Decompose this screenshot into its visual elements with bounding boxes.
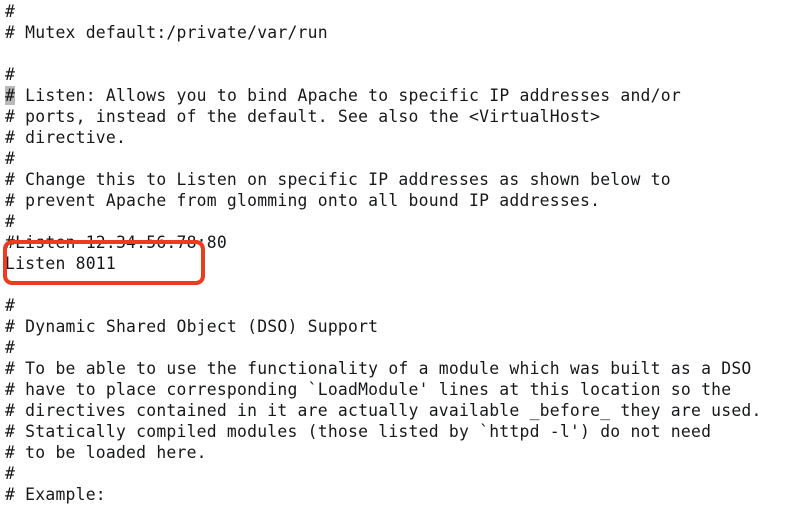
code-line[interactable]: # directive.	[0, 127, 800, 148]
code-line[interactable]: #	[0, 337, 800, 358]
code-line-text: # ports, instead of the default. See als…	[5, 107, 601, 126]
code-line[interactable]: # prevent Apache from glomming onto all …	[0, 190, 800, 211]
code-line-text: #	[5, 2, 16, 21]
code-line-text: #	[5, 149, 16, 168]
code-line-text: # Mutex default:/private/var/run	[5, 23, 328, 42]
code-line-text: # directive.	[5, 128, 127, 147]
code-line-listen-commented-example[interactable]: #Listen 12.34.56.78:80	[0, 232, 800, 253]
code-line[interactable]: # ports, instead of the default. See als…	[0, 106, 800, 127]
code-line[interactable]: # Statically compiled modules (those lis…	[0, 421, 800, 442]
code-line-text: #	[5, 212, 16, 231]
code-line-text: # have to place corresponding `LoadModul…	[5, 380, 732, 399]
code-line-dso-heading[interactable]: # Dynamic Shared Object (DSO) Support	[0, 316, 800, 337]
code-line-text: #	[5, 65, 16, 84]
code-line-text: # Change this to Listen on specific IP a…	[5, 170, 671, 189]
code-line[interactable]: #	[0, 463, 800, 484]
code-line-text: #Listen 12.34.56.78:80	[5, 233, 227, 252]
code-line-listen-comment[interactable]: # Listen: Allows you to bind Apache to s…	[0, 85, 800, 106]
selected-hash-character[interactable]: #	[5, 86, 16, 105]
code-line[interactable]: #	[0, 64, 800, 85]
code-line[interactable]: # have to place corresponding `LoadModul…	[0, 379, 800, 400]
code-line-text: # to be loaded here.	[5, 443, 207, 462]
code-line[interactable]: #	[0, 148, 800, 169]
code-line-text: #	[5, 296, 16, 315]
code-text-area[interactable]: # # Mutex default:/private/var/run # # L…	[0, 0, 800, 505]
code-line-text: Listen: Allows you to bind Apache to spe…	[15, 86, 681, 105]
code-line-text: # prevent Apache from glomming onto all …	[5, 191, 601, 210]
code-line-text: Listen 8011	[5, 254, 116, 273]
code-line[interactable]: # to be loaded here.	[0, 442, 800, 463]
code-line-text: # To be able to use the functionality of…	[5, 359, 752, 378]
code-line[interactable]: # Change this to Listen on specific IP a…	[0, 169, 800, 190]
code-line-text: #	[5, 464, 16, 483]
code-line-text: # Statically compiled modules (those lis…	[5, 422, 712, 441]
code-line[interactable]: # Mutex default:/private/var/run	[0, 22, 800, 43]
config-file-editor[interactable]: # # Mutex default:/private/var/run # # L…	[0, 0, 800, 527]
code-line-text: # Dynamic Shared Object (DSO) Support	[5, 317, 379, 336]
code-line[interactable]: #	[0, 295, 800, 316]
code-line-text: #	[5, 338, 16, 357]
code-line-blank[interactable]	[0, 43, 800, 64]
code-line-text: # directives contained in it are actuall…	[5, 401, 762, 420]
code-line-example-heading[interactable]: # Example:	[0, 484, 800, 505]
code-line-blank[interactable]	[0, 274, 800, 295]
code-line-text: # Example:	[5, 485, 106, 504]
code-line[interactable]: #	[0, 211, 800, 232]
code-line[interactable]: #	[0, 1, 800, 22]
code-line-listen-directive[interactable]: Listen 8011	[0, 253, 800, 274]
code-line[interactable]: # directives contained in it are actuall…	[0, 400, 800, 421]
code-line[interactable]: # To be able to use the functionality of…	[0, 358, 800, 379]
